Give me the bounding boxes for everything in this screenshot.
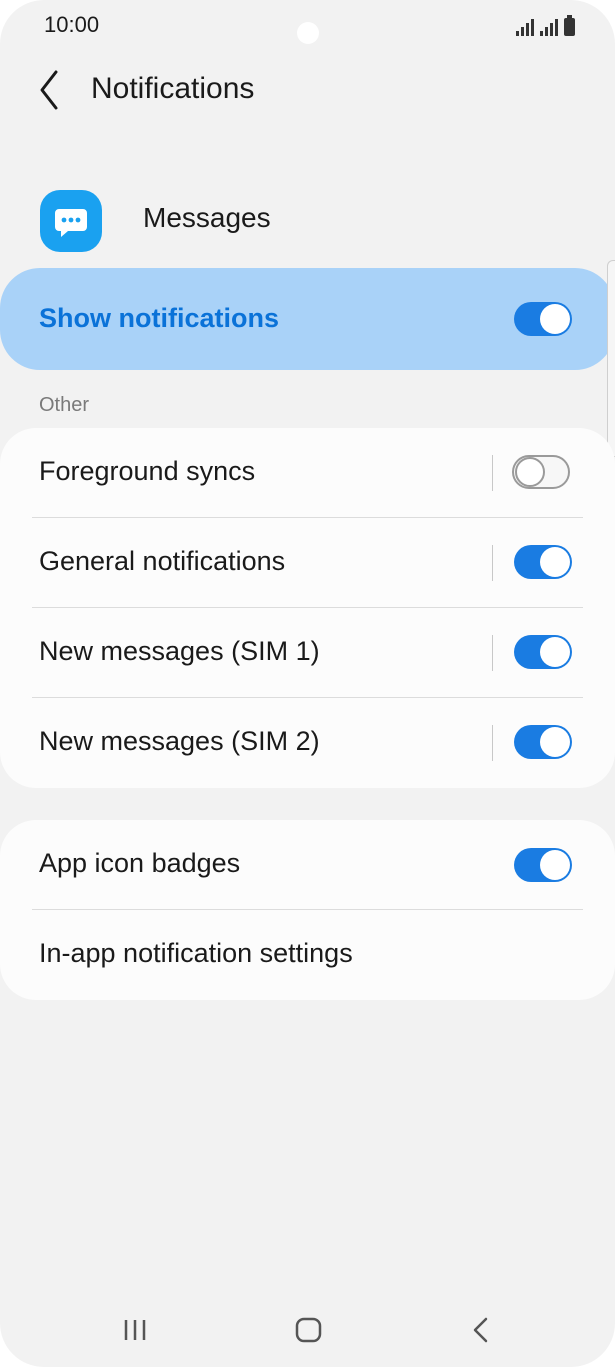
new-messages-sim1-row[interactable]: New messages (SIM 1) xyxy=(0,608,615,698)
status-time: 10:00 xyxy=(44,12,100,37)
toggle-knob xyxy=(540,304,570,334)
page-title: Notifications xyxy=(91,72,255,105)
toggle-knob xyxy=(540,850,570,880)
camera-cutout xyxy=(297,22,319,44)
home-button[interactable] xyxy=(293,1314,325,1346)
app-icon-badges-label: App icon badges xyxy=(39,848,241,878)
signal-sim1-icon xyxy=(516,18,534,36)
toggle-knob xyxy=(540,547,570,577)
in-app-notification-settings-label: In-app notification settings xyxy=(39,938,353,968)
toggle-knob xyxy=(540,637,570,667)
new-messages-sim2-row[interactable]: New messages (SIM 2) xyxy=(0,698,615,788)
divider xyxy=(492,635,493,671)
battery-icon xyxy=(564,15,575,36)
other-settings-card: Foreground syncs General notifications N… xyxy=(0,428,615,788)
app-name: Messages xyxy=(143,202,271,233)
back-icon xyxy=(473,1317,488,1343)
show-notifications-row[interactable]: Show notifications xyxy=(0,268,615,370)
new-messages-sim1-label: New messages (SIM 1) xyxy=(39,636,320,666)
general-notifications-toggle[interactable] xyxy=(514,545,572,579)
foreground-syncs-toggle[interactable] xyxy=(512,455,570,489)
app-icon-badges-row[interactable]: App icon badges xyxy=(0,820,615,910)
new-messages-sim2-toggle[interactable] xyxy=(514,725,572,759)
recents-button[interactable] xyxy=(120,1314,152,1346)
foreground-syncs-row[interactable]: Foreground syncs xyxy=(0,428,615,518)
home-icon xyxy=(295,1317,322,1343)
general-notifications-row[interactable]: General notifications xyxy=(0,518,615,608)
section-header-other: Other xyxy=(39,394,90,416)
new-messages-sim1-toggle[interactable] xyxy=(514,635,572,669)
signal-sim2-icon xyxy=(540,18,558,36)
recents-icon xyxy=(124,1320,146,1340)
foreground-syncs-label: Foreground syncs xyxy=(39,456,256,486)
toggle-knob xyxy=(540,727,570,757)
nav-back-button[interactable] xyxy=(466,1314,498,1346)
phone-screen: 10:00 Notifications Messages Show notifi… xyxy=(0,0,615,1367)
in-app-notification-settings-row[interactable]: In-app notification settings xyxy=(0,910,615,1000)
show-notifications-label: Show notifications xyxy=(39,303,279,333)
show-notifications-toggle[interactable] xyxy=(514,302,572,336)
chevron-left-icon xyxy=(40,70,58,110)
general-notifications-label: General notifications xyxy=(39,546,286,576)
divider xyxy=(492,545,493,581)
toggle-knob xyxy=(515,457,545,487)
chat-bubble-icon xyxy=(55,209,87,237)
status-icons xyxy=(516,14,575,36)
back-button[interactable] xyxy=(30,68,70,112)
app-header: Notifications xyxy=(0,60,615,120)
messages-app-icon xyxy=(40,190,102,252)
divider xyxy=(492,725,493,761)
divider xyxy=(492,455,493,491)
navigation-bar xyxy=(0,1300,615,1360)
app-icon-badges-toggle[interactable] xyxy=(514,848,572,882)
extra-settings-card: App icon badges In-app notification sett… xyxy=(0,820,615,1000)
new-messages-sim2-label: New messages (SIM 2) xyxy=(39,726,320,756)
